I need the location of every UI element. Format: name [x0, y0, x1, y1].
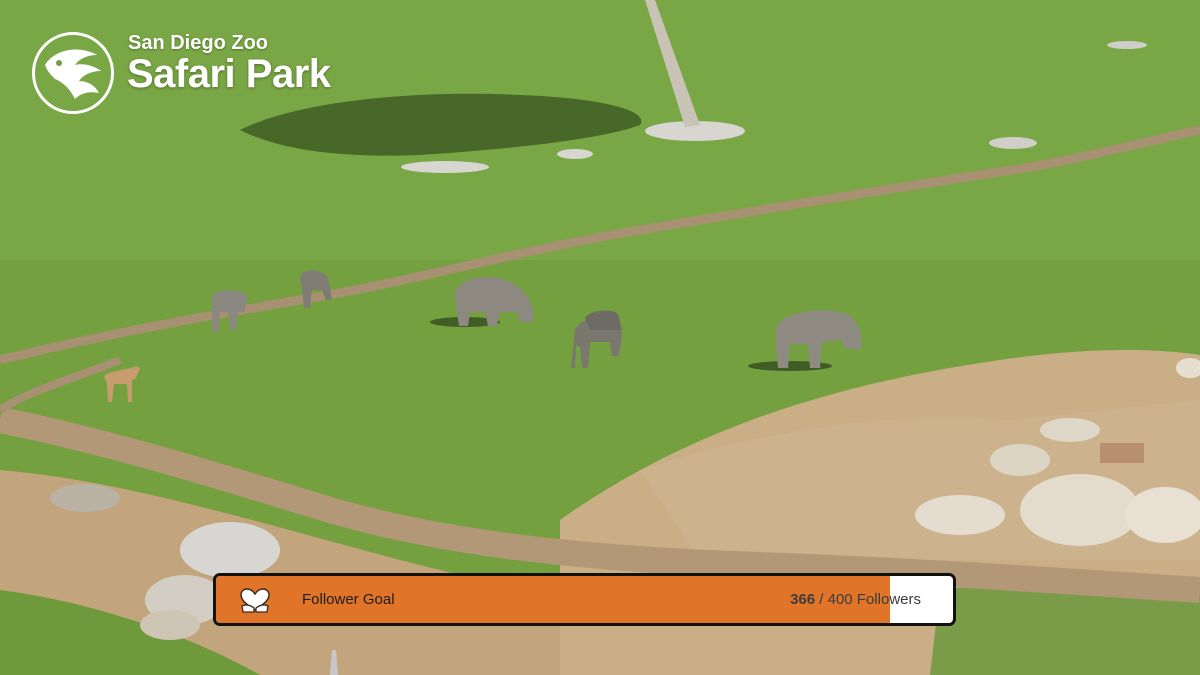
rock-pile — [557, 149, 593, 159]
boulder — [140, 610, 200, 640]
logo-line-2: Safari Park — [127, 52, 331, 96]
boulder — [1040, 418, 1100, 442]
condor-logo-icon — [32, 32, 114, 114]
follower-count-current: 366 — [790, 591, 816, 608]
boulder — [1020, 474, 1140, 546]
follower-count-separator: / — [815, 591, 828, 608]
heart-hands-icon — [238, 586, 272, 614]
boulder — [990, 444, 1050, 476]
boulder — [50, 484, 120, 512]
follower-goal-label: Follower Goal — [302, 591, 395, 608]
follower-goal-count: 366 / 400 Followers — [790, 591, 921, 608]
follower-goal-bar: Follower Goal 366 / 400 Followers — [213, 573, 956, 626]
stone-block — [1100, 443, 1144, 463]
rock-pile — [989, 137, 1037, 149]
follower-count-target: 400 Followers — [827, 591, 921, 608]
rock-pile — [401, 161, 489, 173]
boulder — [915, 495, 1005, 535]
boulder — [180, 522, 280, 578]
rock-pile — [1107, 41, 1147, 49]
